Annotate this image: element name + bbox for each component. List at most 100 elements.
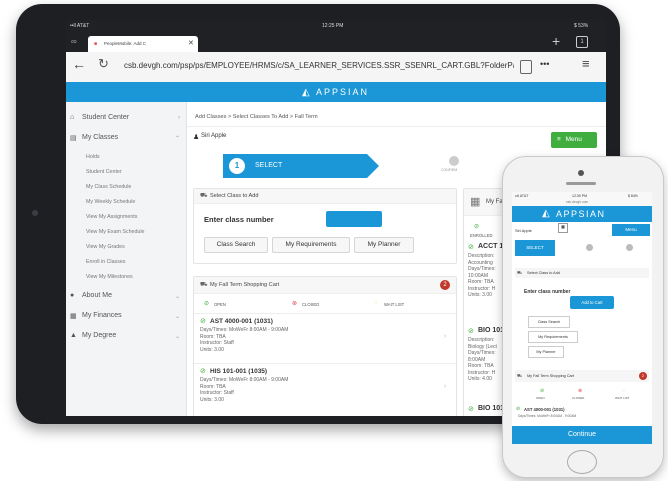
step-arrow-icon xyxy=(367,154,379,178)
submenu-exam-schedule[interactable]: View My Exam Schedule xyxy=(86,229,145,235)
class-detail-line: Units: 4.00 xyxy=(468,376,492,382)
phone-status-bar: ••ll AT&T 12:39 PM $ 84% csb.devgh.com xyxy=(512,192,652,206)
brand-header: ◭ APPSIAN xyxy=(66,82,606,102)
phone-menu-button[interactable]: Menu xyxy=(612,224,650,236)
phone-card-header: ⛟ Select Class to Add xyxy=(515,268,649,278)
phone-planner-button[interactable]: My Planner xyxy=(528,346,564,358)
home-button[interactable] xyxy=(567,450,597,474)
submenu-enroll[interactable]: Enroll in Classes xyxy=(86,259,125,265)
more-options-icon[interactable]: ••• xyxy=(540,59,549,69)
brand-name: APPSIAN xyxy=(316,87,370,97)
submenu-assignments[interactable]: View My Assignments xyxy=(86,214,137,220)
open-status-icon: ⊘ xyxy=(540,388,545,394)
step-number: 1 xyxy=(229,158,245,174)
chevron-right-icon: › xyxy=(444,383,447,390)
step-confirm-icon xyxy=(449,156,459,166)
my-planner-button[interactable]: My Planner xyxy=(354,237,414,253)
carrier-text: ••ll AT&T xyxy=(70,23,90,29)
tab-close-icon[interactable]: ✕ xyxy=(188,39,194,47)
phone-carrier: ••ll AT&T xyxy=(515,194,529,198)
step-select[interactable]: 1 SELECT xyxy=(223,154,367,178)
cart-icon: ⛟ xyxy=(200,282,208,288)
open-status-icon: ⊘ xyxy=(200,368,206,375)
phone-requirements-button[interactable]: My Requirements xyxy=(528,331,578,343)
reload-icon[interactable]: ↻ xyxy=(98,56,109,72)
appsian-logo-icon: ◭ xyxy=(542,208,550,219)
legend-closed: CLOSED xyxy=(302,302,320,307)
enrolled-status-icon: ⊘ xyxy=(474,224,480,230)
cart-icon: ⛟ xyxy=(517,373,523,378)
appsian-logo-icon: ◭ xyxy=(302,87,310,98)
card-header: ⛟ Select Class to Add xyxy=(194,189,456,204)
browser-tab[interactable]: ■ PeopleMobile: Add C ✕ xyxy=(88,36,198,52)
my-requirements-button[interactable]: My Requirements xyxy=(272,237,350,253)
phone-continue-button[interactable]: Continue xyxy=(512,426,652,444)
phone-brand-header: ◭ APPSIAN xyxy=(512,206,652,222)
chevron-right-icon: › xyxy=(178,115,180,121)
card-title: My Fall Term Shopping Cart xyxy=(210,282,280,288)
submenu-grades[interactable]: View My Grades xyxy=(86,244,125,250)
waitlist-status-icon: ◌ xyxy=(374,300,378,306)
phone-card-header: ⛟ My Fall Term Shopping Cart 2 xyxy=(515,370,649,382)
divider xyxy=(194,363,456,364)
tab-title: PeopleMobile: Add C xyxy=(104,41,147,46)
enter-class-label: Enter class number xyxy=(204,215,274,224)
sidebar-item-label: My Degree xyxy=(82,332,117,339)
cart-class-row[interactable]: ⊘ HIS 101-001 (1035) Days/Times: MoWeFr … xyxy=(194,365,456,413)
phone-url[interactable]: csb.devgh.com xyxy=(566,200,588,204)
submenu-weekly-schedule[interactable]: My Weekly Schedule xyxy=(86,199,135,205)
tab-strip: ∞ ■ PeopleMobile: Add C ✕ + 1 xyxy=(66,32,606,52)
closed-status-icon: ⊗ xyxy=(578,388,583,394)
select-class-card: ⛟ Select Class to Add Enter class number… xyxy=(193,188,457,264)
phone-user-name: Siri Apple xyxy=(515,228,532,233)
url-field[interactable]: csb.devgh.com/psp/ps/EMPLOYEE/HRMS/c/SA_… xyxy=(124,56,514,76)
graduation-cap-icon: ▲ xyxy=(70,332,77,339)
open-status-icon: ⊘ xyxy=(204,301,210,307)
phone-camera xyxy=(578,170,584,176)
class-number-input[interactable] xyxy=(326,211,382,227)
cart-class-row[interactable]: ⊘ AST 4000-001 (1031) Days/Times: MoWeFr… xyxy=(194,315,456,363)
class-title: ACCT 1 xyxy=(478,243,504,250)
class-details: Days/Times: MoWeFr 8:00AM - 9:00AM Room:… xyxy=(200,327,288,353)
class-days: Days/Times: MoWeFr 8:00AM - 9:00AM xyxy=(200,327,289,333)
class-detail-line: Units: 3.00 xyxy=(468,292,492,298)
phone-class-search-button[interactable]: Class Search xyxy=(528,316,570,328)
class-details: Description: Biology (Lect Days/Times: 8… xyxy=(468,337,497,383)
phone-class-title[interactable]: AST 4000-001 (1031) xyxy=(524,407,565,412)
tab-overview-icon[interactable]: ∞ xyxy=(71,37,77,46)
finance-icon: ▦ xyxy=(70,313,77,320)
back-arrow-icon[interactable]: ← xyxy=(72,56,86,72)
class-title: BIO 101 xyxy=(478,405,505,412)
class-search-button[interactable]: Class Search xyxy=(204,237,268,253)
status-bar: ••ll AT&T 12:25 PM $ 53% xyxy=(66,20,606,32)
tab-count-button[interactable]: 1 xyxy=(576,36,588,48)
tab-favicon-icon: ■ xyxy=(94,41,98,47)
menu-button[interactable]: ≡ Menu xyxy=(551,132,597,148)
submenu-holds[interactable]: Holds xyxy=(86,154,100,160)
phone-cart-count-badge: 2 xyxy=(639,372,647,380)
sidebar-item-label: My Classes xyxy=(82,134,119,141)
phone-speaker xyxy=(566,182,596,185)
sidebar-item-label: About Me xyxy=(82,292,112,299)
class-details: Days/Times: MoWeFr 8:00AM - 9:00AM Room:… xyxy=(200,377,288,403)
phone-class-days: Days/Times: MoWeFr 8:00AM - 9:00AM xyxy=(518,414,577,418)
closed-status-icon: ⊗ xyxy=(292,301,298,307)
phone-step-select[interactable]: SELECT xyxy=(515,240,555,256)
sidebar-item-label: Student Center xyxy=(82,114,130,121)
submenu-class-schedule[interactable]: My Class Schedule xyxy=(86,184,131,190)
submenu-student-center[interactable]: Student Center xyxy=(86,169,122,175)
chevron-down-icon: ⌄ xyxy=(174,294,180,300)
browser-menu-icon[interactable]: ≡ xyxy=(582,56,590,71)
divider xyxy=(187,126,606,127)
sidebar-item-label: My Finances xyxy=(82,312,122,319)
submenu-milestones[interactable]: View My Milestones xyxy=(86,274,133,280)
breadcrumb[interactable]: Add Classes > Select Classes To Add > Fa… xyxy=(195,114,318,120)
new-tab-icon[interactable]: + xyxy=(552,33,560,49)
class-units: Units: 3.00 xyxy=(200,346,224,353)
card-header: ⛟ My Fall Term Shopping Cart 2 xyxy=(194,277,456,294)
step-confirm-label: CONFIRM xyxy=(441,168,458,172)
phone-add-to-cart-button[interactable]: Add to Cart xyxy=(570,296,614,309)
class-details: Description: Accounting Days/Times: 10:0… xyxy=(468,253,496,299)
class-detail-line: Description: xyxy=(468,253,495,259)
reader-mode-icon[interactable] xyxy=(520,60,532,74)
